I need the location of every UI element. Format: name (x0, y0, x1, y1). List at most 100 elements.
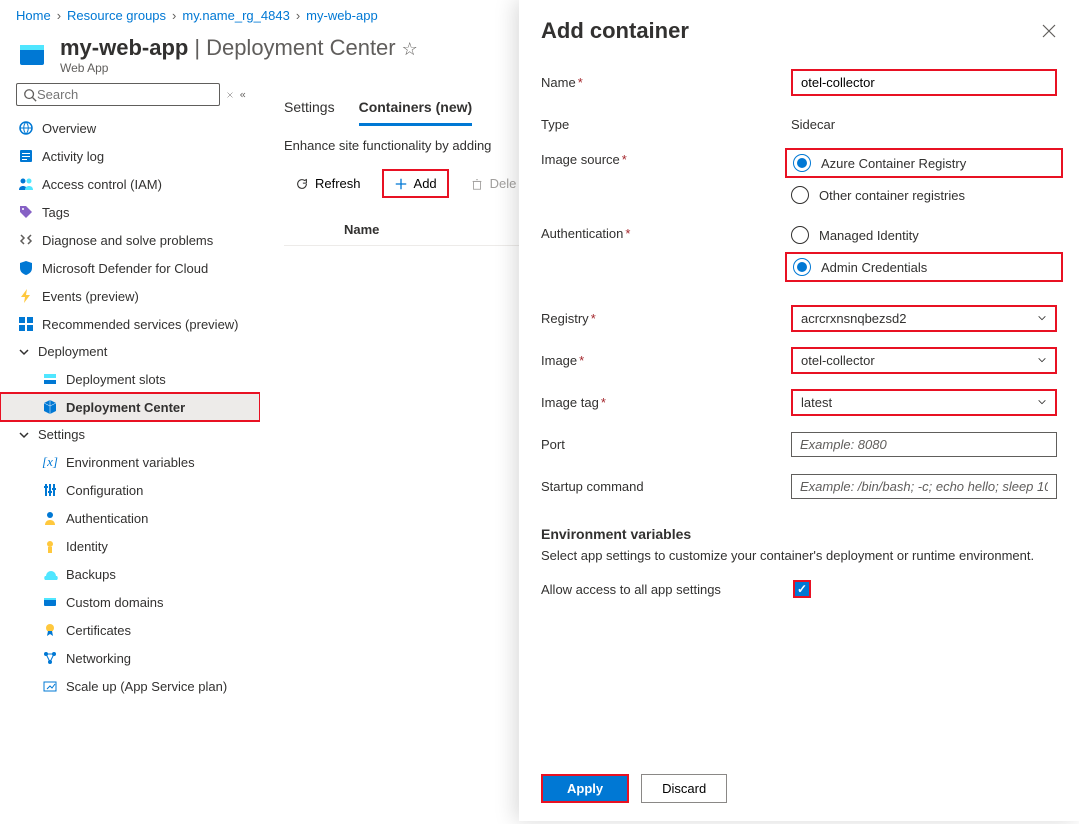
chevron-down-icon (1037, 313, 1047, 323)
delete-button[interactable]: Dele (459, 170, 528, 197)
sidebar-item-label: Microsoft Defender for Cloud (42, 261, 208, 276)
radio-label: Admin Credentials (821, 260, 927, 275)
sidebar-item-slots[interactable]: Deployment slots (0, 365, 260, 393)
breadcrumb-rgname[interactable]: my.name_rg_4843 (182, 8, 289, 23)
collapse-icon[interactable] (240, 88, 248, 102)
radio-managed-identity[interactable]: Managed Identity (791, 226, 1057, 244)
breadcrumb-home[interactable]: Home (16, 8, 51, 23)
label-type: Type (541, 117, 791, 132)
sidebar-item-diagnose[interactable]: Diagnose and solve problems (0, 226, 260, 254)
label-image-tag: Image tag* (541, 395, 791, 410)
registry-select[interactable]: acrcrxnsnqbezsd2 (791, 305, 1057, 332)
sidebar-item-envvars[interactable]: [x]Environment variables (0, 448, 260, 476)
add-container-panel: Add container Name* Type Sidecar Image s… (519, 0, 1079, 821)
label-port: Port (541, 437, 791, 452)
sidebar-item-tags[interactable]: Tags (0, 198, 260, 226)
favorite-star-icon[interactable]: ☆ (402, 39, 418, 60)
chevron-down-icon (1037, 397, 1047, 407)
sidebar-item-events[interactable]: Events (preview) (0, 282, 260, 310)
sidebar-section-label: Settings (38, 427, 85, 442)
trash-icon (470, 177, 484, 191)
sidebar-section-label: Deployment (38, 344, 107, 359)
sidebar-item-recommended[interactable]: Recommended services (preview) (0, 310, 260, 338)
radio-other-registry[interactable]: Other container registries (791, 186, 1057, 204)
sidebar-item-label: Access control (IAM) (42, 177, 162, 192)
sidebar-item-label: Authentication (66, 511, 148, 526)
sidebar-item-domains[interactable]: Custom domains (0, 588, 260, 616)
select-value: acrcrxnsnqbezsd2 (801, 311, 907, 326)
sidebar-item-defender[interactable]: Microsoft Defender for Cloud (0, 254, 260, 282)
image-select[interactable]: otel-collector (791, 347, 1057, 374)
sidebar-item-networking[interactable]: Networking (0, 644, 260, 672)
env-vars-desc: Select app settings to customize your co… (541, 548, 1057, 563)
sidebar-item-identity[interactable]: Identity (0, 532, 260, 560)
image-tag-select[interactable]: latest (791, 389, 1057, 416)
discard-button[interactable]: Discard (641, 774, 727, 803)
sidebar-item-label: Events (preview) (42, 289, 139, 304)
env-vars-heading: Environment variables (541, 526, 1057, 542)
sidebar-section-settings[interactable]: Settings (0, 421, 260, 448)
sidebar-item-deployment-center[interactable]: Deployment Center (0, 393, 260, 421)
breadcrumb-sep: › (172, 8, 176, 23)
radio-icon (791, 186, 809, 204)
sidebar-item-label: Identity (66, 539, 108, 554)
button-label: Add (414, 176, 437, 191)
sidebar-item-label: Custom domains (66, 595, 164, 610)
sidebar-item-config[interactable]: Configuration (0, 476, 260, 504)
pin-icon[interactable] (226, 88, 234, 102)
page-title-app: my-web-app (60, 35, 188, 61)
add-button[interactable]: Add (382, 169, 449, 198)
title-sep: | (194, 35, 200, 61)
startup-input[interactable] (791, 474, 1057, 499)
apply-button[interactable]: Apply (541, 774, 629, 803)
chevron-down-icon (18, 429, 30, 441)
sidebar-item-label: Backups (66, 567, 116, 582)
select-value: otel-collector (801, 353, 875, 368)
sidebar-item-backups[interactable]: Backups (0, 560, 260, 588)
radio-label: Managed Identity (819, 228, 919, 243)
sidebar-section-deployment[interactable]: Deployment (0, 338, 260, 365)
radio-acr[interactable]: Azure Container Registry (785, 148, 1063, 178)
sidebar-item-label: Activity log (42, 149, 104, 164)
sidebar-item-overview[interactable]: Overview (0, 114, 260, 142)
breadcrumb-sep: › (296, 8, 300, 23)
sidebar-item-scaleup[interactable]: Scale up (App Service plan) (0, 672, 260, 700)
sidebar-item-label: Deployment Center (66, 400, 185, 415)
sidebar-item-label: Recommended services (preview) (42, 317, 239, 332)
sidebar-item-label: Deployment slots (66, 372, 166, 387)
sidebar-item-activitylog[interactable]: Activity log (0, 142, 260, 170)
name-input[interactable] (791, 69, 1057, 96)
chevron-down-icon (1037, 355, 1047, 365)
sidebar-item-iam[interactable]: Access control (IAM) (0, 170, 260, 198)
sidebar-item-label: Overview (42, 121, 96, 136)
sidebar-item-label: Networking (66, 651, 131, 666)
sidebar-item-label: Tags (42, 205, 69, 220)
breadcrumb-rg[interactable]: Resource groups (67, 8, 166, 23)
tab-settings[interactable]: Settings (284, 91, 335, 126)
tab-containers[interactable]: Containers (new) (359, 91, 473, 126)
button-label: Dele (490, 176, 517, 191)
page-title-section: Deployment Center (206, 35, 396, 61)
label-allow-access: Allow access to all app settings (541, 582, 791, 597)
label-authentication: Authentication* (541, 226, 791, 241)
port-input[interactable] (791, 432, 1057, 457)
allow-access-checkbox[interactable]: ✓ (793, 580, 811, 598)
sidebar-item-certs[interactable]: Certificates (0, 616, 260, 644)
breadcrumb-app[interactable]: my-web-app (306, 8, 378, 23)
radio-label: Other container registries (819, 188, 965, 203)
refresh-button[interactable]: Refresh (284, 170, 372, 197)
webapp-icon (16, 39, 48, 71)
radio-icon (793, 258, 811, 276)
select-value: latest (801, 395, 832, 410)
type-value: Sidecar (791, 117, 1057, 132)
label-name: Name* (541, 75, 791, 90)
close-icon[interactable] (1041, 23, 1057, 39)
button-label: Refresh (315, 176, 361, 191)
sidebar-item-auth[interactable]: Authentication (0, 504, 260, 532)
sidebar-search[interactable] (16, 83, 220, 106)
radio-admin-credentials[interactable]: Admin Credentials (785, 252, 1063, 282)
sidebar-search-input[interactable] (37, 87, 213, 102)
radio-icon (791, 226, 809, 244)
sidebar: Overview Activity log Access control (IA… (0, 83, 260, 824)
plus-icon (394, 177, 408, 191)
